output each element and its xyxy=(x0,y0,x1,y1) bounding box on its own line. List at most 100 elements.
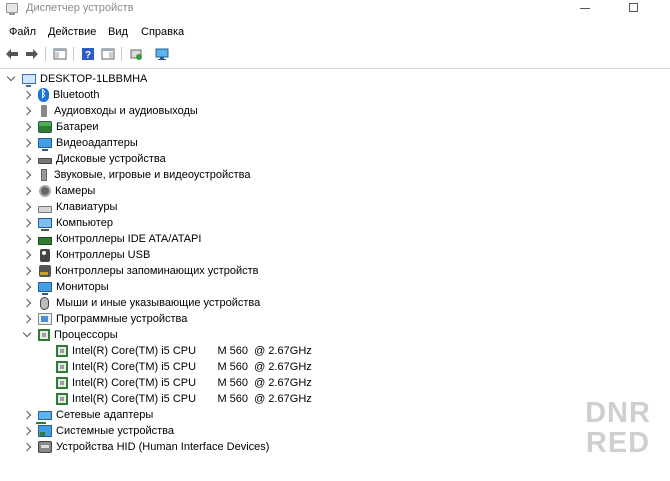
display-adapter-icon xyxy=(38,138,52,151)
tree-category-storage-controllers[interactable]: Контроллеры запоминающих устройств xyxy=(22,263,259,279)
expand-chevron-icon[interactable] xyxy=(22,250,32,260)
expand-chevron-icon[interactable] xyxy=(22,298,32,308)
device-manager-app-icon xyxy=(6,3,18,15)
menu-view[interactable]: Вид xyxy=(108,26,128,38)
expand-chevron-icon[interactable] xyxy=(22,138,32,148)
scan-hardware-icon xyxy=(155,48,169,60)
expand-chevron-icon[interactable] xyxy=(22,202,32,212)
minimize-button[interactable] xyxy=(580,8,590,9)
expand-chevron-icon[interactable] xyxy=(22,266,32,276)
tree-category-label: Аудиовходы и аудиовыходы xyxy=(54,105,198,117)
tree-category-label: Мониторы xyxy=(56,281,109,293)
processor-icon xyxy=(56,345,68,357)
sound-device-icon xyxy=(41,169,47,181)
tree-category-audio-io[interactable]: Аудиовходы и аудиовыходы xyxy=(22,103,198,119)
help-button[interactable]: ? xyxy=(79,45,97,63)
processor-icon xyxy=(38,329,50,341)
expand-chevron-icon[interactable] xyxy=(22,186,32,196)
show-hide-tree-button[interactable] xyxy=(51,45,69,63)
expand-chevron-icon[interactable] xyxy=(22,282,32,292)
tree-device-cpu-2[interactable]: Intel(R) Core(TM) i5 CPU M 560 @ 2.67GHz xyxy=(56,359,312,375)
tree-category-system-devices[interactable]: Системные устройства xyxy=(22,423,175,439)
expand-chevron-icon[interactable] xyxy=(22,154,32,164)
expand-chevron-icon[interactable] xyxy=(22,410,32,420)
expand-chevron-icon[interactable] xyxy=(22,426,32,436)
tree-category-computer[interactable]: Компьютер xyxy=(22,215,113,231)
tree-category-label: Контроллеры запоминающих устройств xyxy=(55,265,259,277)
expand-chevron-icon[interactable] xyxy=(22,90,32,100)
tree-category-label: Клавиатуры xyxy=(56,201,118,213)
properties-button[interactable] xyxy=(99,45,117,63)
tree-category-hid-devices[interactable]: Устройства HID (Human Interface Devices) xyxy=(22,439,270,455)
tree-category-display-adapters[interactable]: Видеоадаптеры xyxy=(22,135,138,151)
tree-root[interactable]: DESKTOP-1LBBMHA xyxy=(6,71,148,87)
tree-category-label: Bluetooth xyxy=(53,89,100,101)
tree-category-label: Программные устройства xyxy=(56,313,188,325)
tree-device-label: Intel(R) Core(TM) i5 CPU M 560 @ 2.67GHz xyxy=(72,345,312,357)
collapse-chevron-icon[interactable] xyxy=(22,328,32,338)
usb-controller-icon xyxy=(40,248,50,262)
menu-help[interactable]: Справка xyxy=(141,26,184,38)
monitor-icon xyxy=(38,282,52,295)
tree-category-label: Дисковые устройства xyxy=(56,153,166,165)
properties-icon xyxy=(101,48,115,60)
forward-button[interactable] xyxy=(23,45,41,63)
tree-category-label: Устройства HID (Human Interface Devices) xyxy=(56,441,270,453)
tree-device-cpu-1[interactable]: Intel(R) Core(TM) i5 CPU M 560 @ 2.67GHz xyxy=(56,343,312,359)
expand-chevron-icon[interactable] xyxy=(22,122,32,132)
tree-category-bluetooth[interactable]: ᛒ Bluetooth xyxy=(22,87,100,103)
device-tree: DESKTOP-1LBBMHA ᛒ Bluetooth Аудиовходы и… xyxy=(0,68,670,481)
camera-icon xyxy=(39,185,51,197)
tree-category-processors[interactable]: Процессоры xyxy=(22,327,118,343)
processor-icon xyxy=(56,393,68,405)
toolbar: ? xyxy=(0,42,670,66)
expand-chevron-icon[interactable] xyxy=(22,234,32,244)
tree-category-network-adapters[interactable]: Сетевые адаптеры xyxy=(22,407,154,424)
expand-chevron-icon[interactable] xyxy=(22,106,32,116)
hid-device-icon xyxy=(38,441,52,453)
tree-category-label: Звуковые, игровые и видеоустройства xyxy=(54,169,251,181)
tree-category-keyboards[interactable]: Клавиатуры xyxy=(22,199,118,215)
update-driver-button[interactable] xyxy=(127,45,145,63)
scan-hardware-button[interactable] xyxy=(153,45,171,63)
tree-category-batteries[interactable]: Батареи xyxy=(22,119,99,135)
battery-icon xyxy=(38,121,52,133)
expand-chevron-icon[interactable] xyxy=(22,442,32,452)
menu-file[interactable]: Файл xyxy=(9,26,36,38)
tree-category-software-devices[interactable]: Программные устройства xyxy=(22,311,188,327)
svg-text:?: ? xyxy=(85,50,91,61)
tree-category-cameras[interactable]: Камеры xyxy=(22,183,95,199)
tree-category-disk-drives[interactable]: Дисковые устройства xyxy=(22,151,166,167)
tree-device-cpu-3[interactable]: Intel(R) Core(TM) i5 CPU M 560 @ 2.67GHz xyxy=(56,375,312,391)
tree-category-mice[interactable]: Мыши и иные указывающие устройства xyxy=(22,295,260,311)
maximize-button[interactable] xyxy=(629,3,638,12)
expand-chevron-icon[interactable] xyxy=(22,218,32,228)
tree-category-sound-devices[interactable]: Звуковые, игровые и видеоустройства xyxy=(22,167,251,183)
expand-chevron-icon[interactable] xyxy=(22,314,32,324)
tree-device-cpu-4[interactable]: Intel(R) Core(TM) i5 CPU M 560 @ 2.67GHz xyxy=(56,391,312,407)
tree-category-label: Видеоадаптеры xyxy=(56,137,138,149)
menu-action[interactable]: Действие xyxy=(48,26,96,38)
tree-category-label: Батареи xyxy=(56,121,99,133)
tree-device-label: Intel(R) Core(TM) i5 CPU M 560 @ 2.67GHz xyxy=(72,377,312,389)
storage-controller-icon xyxy=(39,265,51,277)
tree-category-label: Системные устройства xyxy=(56,425,175,437)
tree-category-label: Сетевые адаптеры xyxy=(56,409,154,421)
expand-chevron-icon[interactable] xyxy=(22,170,32,180)
processor-icon xyxy=(56,377,68,389)
bluetooth-icon: ᛒ xyxy=(38,88,49,102)
menu-bar: Файл Действие Вид Справка xyxy=(0,20,670,42)
help-icon: ? xyxy=(82,48,94,61)
back-button[interactable] xyxy=(3,45,21,63)
collapse-chevron-icon[interactable] xyxy=(6,72,16,82)
tree-category-ide-controllers[interactable]: Контроллеры IDE ATA/ATAPI xyxy=(22,231,202,247)
mouse-icon xyxy=(40,296,49,310)
tree-root-label: DESKTOP-1LBBMHA xyxy=(40,73,148,85)
tree-category-label: Контроллеры IDE ATA/ATAPI xyxy=(56,233,202,245)
tree-category-usb-controllers[interactable]: Контроллеры USB xyxy=(22,247,151,263)
tree-category-monitors[interactable]: Мониторы xyxy=(22,279,109,295)
tree-category-label: Контроллеры USB xyxy=(56,249,151,261)
computer-icon xyxy=(22,74,36,87)
keyboard-icon xyxy=(38,205,52,213)
software-device-icon xyxy=(38,313,52,325)
